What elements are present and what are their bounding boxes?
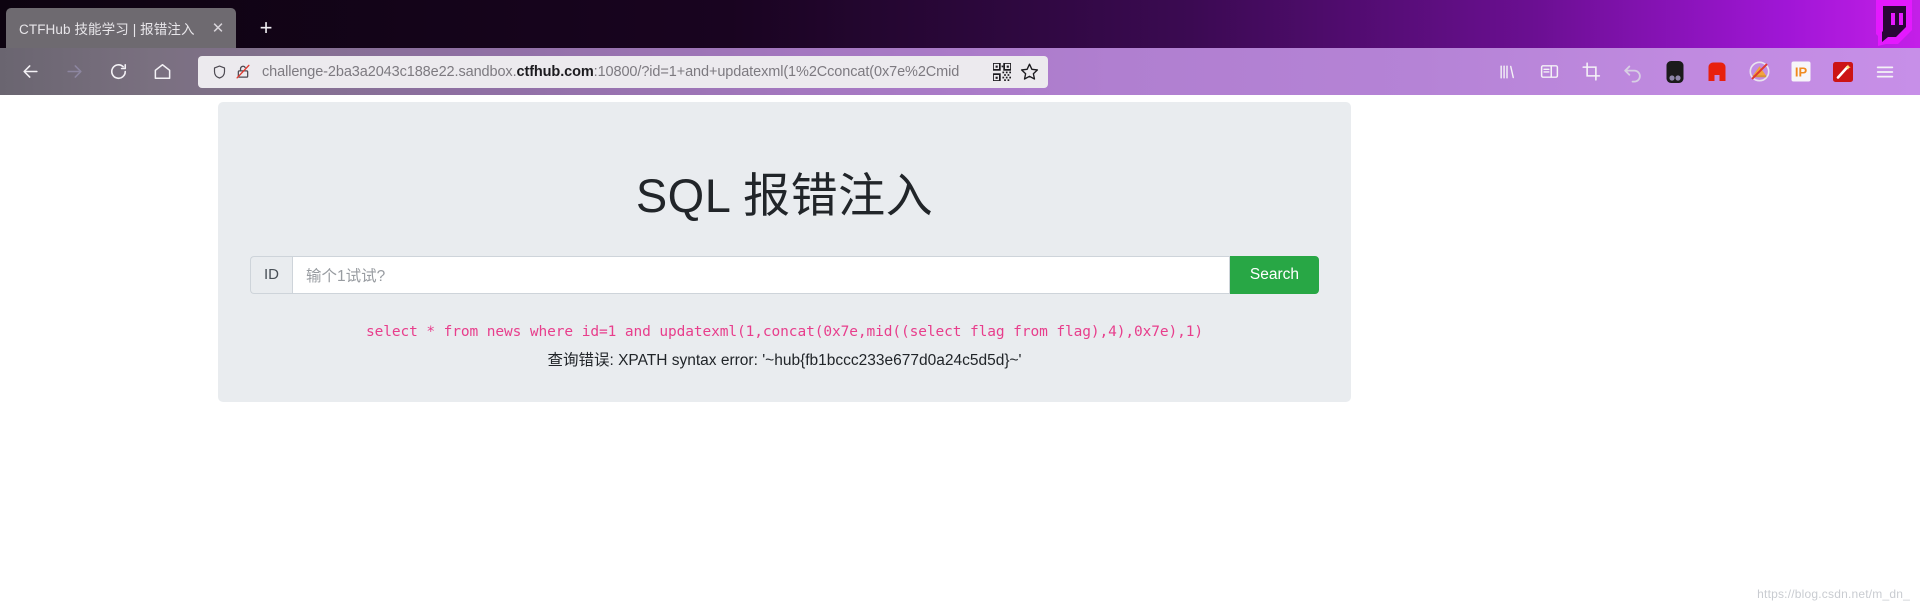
sql-query-output: select * from news where id=1 and update…: [365, 323, 1204, 340]
browser-tab[interactable]: CTFHub 技能学习 | 报错注入 ✕: [6, 8, 236, 48]
tab-title: CTFHub 技能学习 | 报错注入: [19, 22, 195, 37]
url-text: challenge-2ba3a2043c188e22.sandbox.ctfhu…: [262, 64, 984, 80]
qr-code-icon[interactable]: [991, 61, 1013, 83]
close-icon[interactable]: ✕: [208, 18, 228, 38]
reload-icon[interactable]: [101, 55, 135, 89]
browser-window: CTFHub 技能学习 | 报错注入 ✕ + challenge-2ba3a20…: [0, 0, 1920, 607]
menu-hamburger-icon[interactable]: [1868, 55, 1902, 89]
dark-reader-icon[interactable]: [1658, 55, 1692, 89]
extensions-toolbar: IP: [1486, 55, 1910, 89]
address-bar[interactable]: challenge-2ba3a2043c188e22.sandbox.ctfhu…: [198, 55, 1048, 88]
id-input-placeholder: 输个1试试?: [306, 267, 386, 285]
id-input-label: ID: [250, 255, 292, 294]
library-icon[interactable]: [1490, 55, 1524, 89]
page-content: SQL 报错注入 ID 输个1试试? Search select * from …: [0, 95, 1920, 607]
shield-icon[interactable]: [208, 61, 230, 83]
page-title: SQL 报错注入: [635, 169, 934, 222]
error-message-output: 查询错误: XPATH syntax error: '~hub{fb1bccc2…: [547, 351, 1022, 369]
back-arrow-icon[interactable]: [13, 55, 47, 89]
id-input[interactable]: 输个1试试?: [292, 255, 1230, 294]
watermark-text: https://blog.csdn.net/m_dn_: [1757, 587, 1910, 601]
screenshot-crop-icon[interactable]: [1574, 55, 1608, 89]
forward-arrow-icon[interactable]: [57, 55, 91, 89]
tab-strip: CTFHub 技能学习 | 报错注入 ✕ +: [0, 0, 1920, 48]
wand-extension-icon[interactable]: [1826, 55, 1860, 89]
home-icon[interactable]: [145, 55, 179, 89]
url-prefix: challenge-2ba3a2043c188e22.sandbox.: [262, 63, 517, 80]
navigation-toolbar: challenge-2ba3a2043c188e22.sandbox.ctfhu…: [0, 48, 1920, 95]
search-button[interactable]: Search: [1229, 255, 1319, 294]
id-search-form: ID 输个1试试? Search: [250, 255, 1319, 294]
svg-text:IP: IP: [1795, 65, 1808, 80]
address-bar-actions: [984, 60, 1042, 83]
undo-arrow-icon[interactable]: [1616, 55, 1650, 89]
red-extension-icon[interactable]: [1700, 55, 1734, 89]
star-icon[interactable]: [1018, 61, 1040, 83]
new-tab-button[interactable]: +: [250, 12, 282, 44]
sidebar-icon[interactable]: [1532, 55, 1566, 89]
decorative-logo-icon: [1876, 0, 1912, 46]
lock-broken-icon[interactable]: [232, 61, 254, 83]
adblock-disabled-icon[interactable]: [1742, 55, 1776, 89]
ip-extension-icon[interactable]: IP: [1784, 55, 1818, 89]
url-suffix: :10800/?id=1+and+updatexml(1%2Cconcat(0x…: [593, 63, 960, 80]
url-domain: ctfhub.com: [516, 63, 594, 80]
jumbotron-panel: SQL 报错注入 ID 输个1试试? Search select * from …: [218, 102, 1351, 402]
